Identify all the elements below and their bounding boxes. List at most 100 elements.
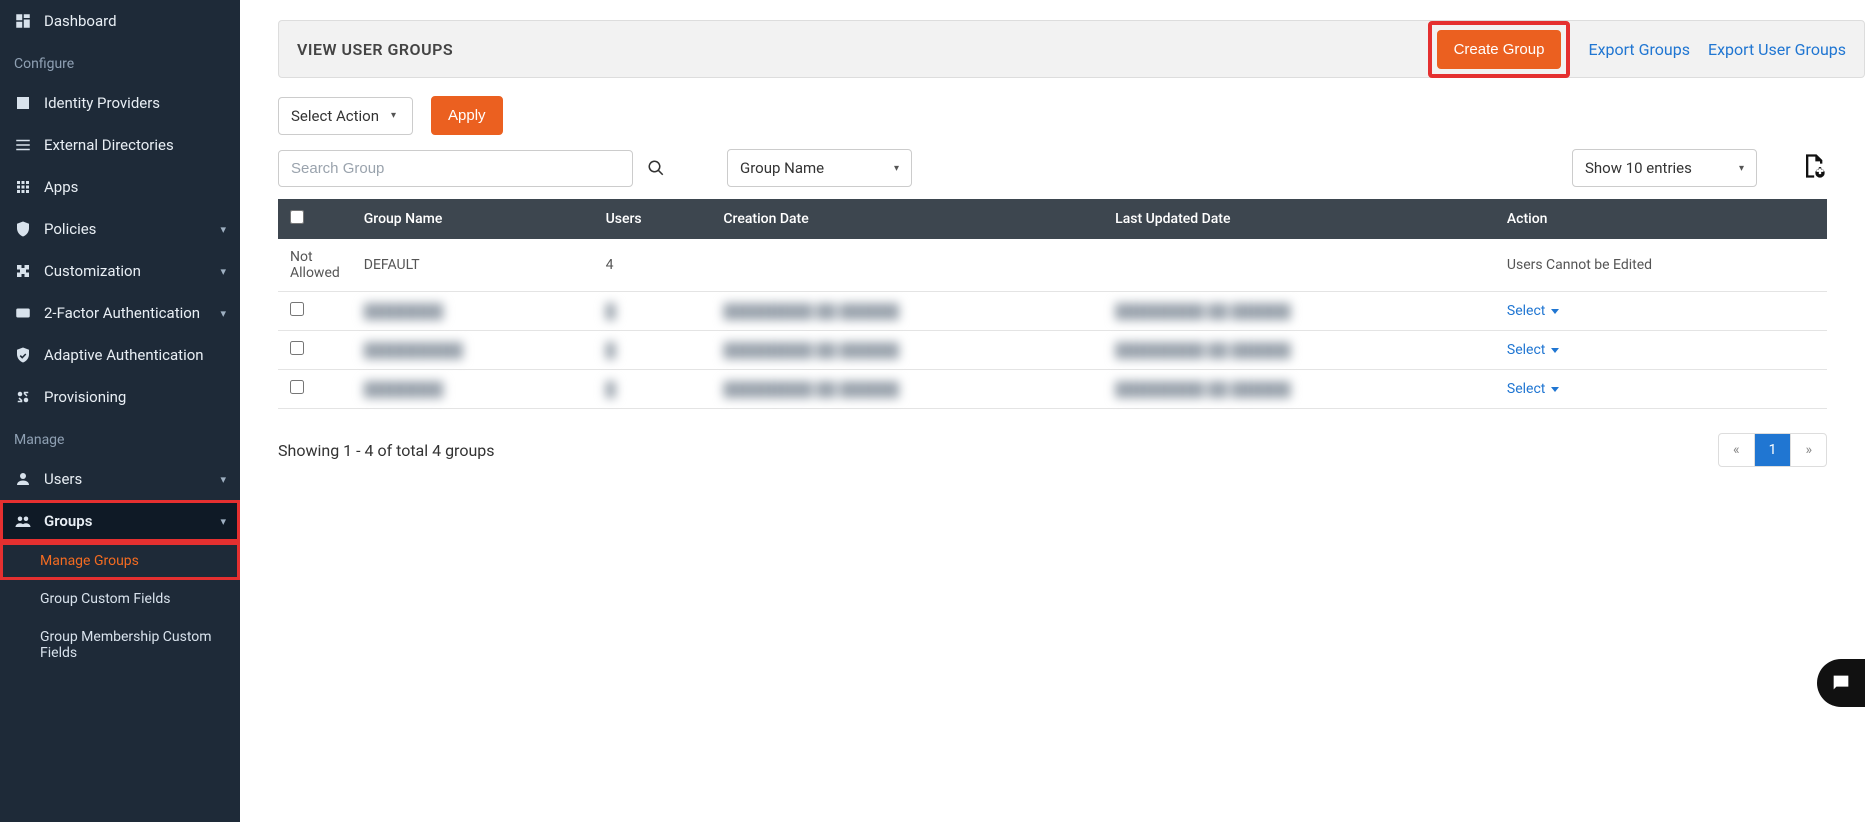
sidebar-item-groups[interactable]: Groups ▾ <box>0 500 240 542</box>
table-row: Not Allowed DEFAULT 4 Users Cannot be Ed… <box>278 239 1827 292</box>
main-content: VIEW USER GROUPS Create Group Export Gro… <box>240 0 1865 822</box>
cell-users-link[interactable]: █ <box>594 370 712 409</box>
sidebar-label: Apps <box>44 178 78 196</box>
cell-users-link[interactable]: █ <box>594 331 712 370</box>
sidebar-item-2fa[interactable]: 2-Factor Authentication ▾ <box>0 292 240 334</box>
sidebar: Dashboard Configure Identity Providers E… <box>0 0 240 822</box>
chevron-down-icon: ▾ <box>220 473 226 486</box>
groups-icon <box>14 512 32 530</box>
show-entries-dropdown[interactable]: Show 10 entries ▾ <box>1572 149 1757 187</box>
sidebar-section-manage: Manage <box>0 418 240 458</box>
row-action-select[interactable]: Select <box>1507 342 1559 358</box>
pager-next[interactable]: » <box>1791 434 1826 466</box>
filter-row: Group Name ▾ Show 10 entries ▾ <box>278 149 1827 187</box>
sidebar-item-policies[interactable]: Policies ▾ <box>0 208 240 250</box>
chevron-down-icon: ▾ <box>391 110 396 121</box>
table-header-row: Group Name Users Creation Date Last Upda… <box>278 199 1827 239</box>
cell-users-link[interactable]: 4 <box>594 239 712 292</box>
cell-creation: █████████ ██ ██████ <box>711 292 1103 331</box>
cell-checkbox: Not Allowed <box>278 239 352 292</box>
sidebar-label: Users <box>44 470 82 488</box>
puzzle-icon <box>14 262 32 280</box>
search-icon[interactable] <box>647 159 665 177</box>
sidebar-item-dashboard[interactable]: Dashboard <box>0 0 240 42</box>
col-group-name: Group Name <box>352 199 594 239</box>
user-icon <box>14 470 32 488</box>
col-action: Action <box>1495 199 1827 239</box>
sidebar-label: External Directories <box>44 136 174 154</box>
table-footer: Showing 1 - 4 of total 4 groups « 1 » <box>278 433 1827 467</box>
page-title: VIEW USER GROUPS <box>297 40 453 59</box>
cell-updated: █████████ ██ ██████ <box>1103 370 1495 409</box>
pager-page-1[interactable]: 1 <box>1755 434 1792 466</box>
sidebar-item-apps[interactable]: Apps <box>0 166 240 208</box>
row-action-select[interactable]: Select <box>1507 303 1559 319</box>
cell-updated: █████████ ██ ██████ <box>1103 292 1495 331</box>
cell-group-name: ██████████ <box>352 331 594 370</box>
sidebar-item-customization[interactable]: Customization ▾ <box>0 250 240 292</box>
col-creation-date: Creation Date <box>711 199 1103 239</box>
cell-creation: █████████ ██ ██████ <box>711 370 1103 409</box>
col-users: Users <box>594 199 712 239</box>
chat-icon <box>1830 672 1852 694</box>
row-checkbox[interactable] <box>290 302 304 316</box>
cell-action-text: Users Cannot be Edited <box>1495 239 1827 292</box>
cell-checkbox <box>278 331 352 370</box>
create-group-highlight: Create Group <box>1428 21 1571 78</box>
sidebar-item-identity-providers[interactable]: Identity Providers <box>0 82 240 124</box>
row-checkbox[interactable] <box>290 380 304 394</box>
col-last-updated: Last Updated Date <box>1103 199 1495 239</box>
row-action-select[interactable]: Select <box>1507 381 1559 397</box>
sidebar-section-configure: Configure <box>0 42 240 82</box>
sidebar-label: Groups <box>44 512 92 530</box>
sidebar-item-provisioning[interactable]: Provisioning <box>0 376 240 418</box>
caret-down-icon <box>1551 348 1559 353</box>
cell-checkbox <box>278 292 352 331</box>
group-name-filter-dropdown[interactable]: Group Name ▾ <box>727 149 912 187</box>
cell-users-link[interactable]: █ <box>594 292 712 331</box>
chevron-down-icon: ▾ <box>1739 163 1744 174</box>
pager-prev[interactable]: « <box>1719 434 1755 466</box>
cell-action: Select <box>1495 292 1827 331</box>
select-all-checkbox[interactable] <box>290 210 304 224</box>
cell-creation: █████████ ██ ██████ <box>711 331 1103 370</box>
row-checkbox[interactable] <box>290 341 304 355</box>
table-row: ██████████ █ █████████ ██ ██████ ███████… <box>278 331 1827 370</box>
caret-down-icon <box>1551 387 1559 392</box>
sync-users-icon <box>14 388 32 406</box>
table-row: ████████ █ █████████ ██ ██████ █████████… <box>278 292 1827 331</box>
col-checkbox <box>278 199 352 239</box>
sidebar-sub-group-membership-custom-fields[interactable]: Group Membership Custom Fields <box>0 618 240 672</box>
cell-updated <box>1103 239 1495 292</box>
sidebar-label: Policies <box>44 220 96 238</box>
groups-table: Group Name Users Creation Date Last Upda… <box>278 199 1827 409</box>
showing-text: Showing 1 - 4 of total 4 groups <box>278 441 495 460</box>
search-input[interactable] <box>278 150 633 187</box>
create-group-button[interactable]: Create Group <box>1437 30 1562 69</box>
chevron-down-icon: ▾ <box>894 163 899 174</box>
sidebar-item-adaptive-auth[interactable]: Adaptive Authentication <box>0 334 240 376</box>
group-name-filter-label: Group Name <box>740 159 824 177</box>
sidebar-item-users[interactable]: Users ▾ <box>0 458 240 500</box>
select-action-label: Select Action <box>291 107 379 125</box>
cell-creation <box>711 239 1103 292</box>
caret-down-icon <box>1551 309 1559 314</box>
cell-action: Select <box>1495 370 1827 409</box>
cell-checkbox <box>278 370 352 409</box>
grid-icon <box>14 178 32 196</box>
pagination: « 1 » <box>1718 433 1827 467</box>
export-user-groups-link[interactable]: Export User Groups <box>1708 40 1846 59</box>
apply-button[interactable]: Apply <box>431 96 503 135</box>
select-action-dropdown[interactable]: Select Action ▾ <box>278 97 413 135</box>
header-actions: Create Group Export Groups Export User G… <box>1428 21 1846 78</box>
chat-fab[interactable] <box>1817 659 1865 707</box>
sidebar-item-external-directories[interactable]: External Directories <box>0 124 240 166</box>
sidebar-label: Customization <box>44 262 141 280</box>
add-column-button[interactable] <box>1799 152 1827 184</box>
export-groups-link[interactable]: Export Groups <box>1588 40 1690 59</box>
sidebar-sub-manage-groups[interactable]: Manage Groups <box>0 542 240 580</box>
groups-table-wrap: Group Name Users Creation Date Last Upda… <box>278 199 1827 409</box>
chevron-down-icon: ▾ <box>220 265 226 278</box>
sidebar-sub-group-custom-fields[interactable]: Group Custom Fields <box>0 580 240 618</box>
page-header: VIEW USER GROUPS Create Group Export Gro… <box>278 20 1865 78</box>
